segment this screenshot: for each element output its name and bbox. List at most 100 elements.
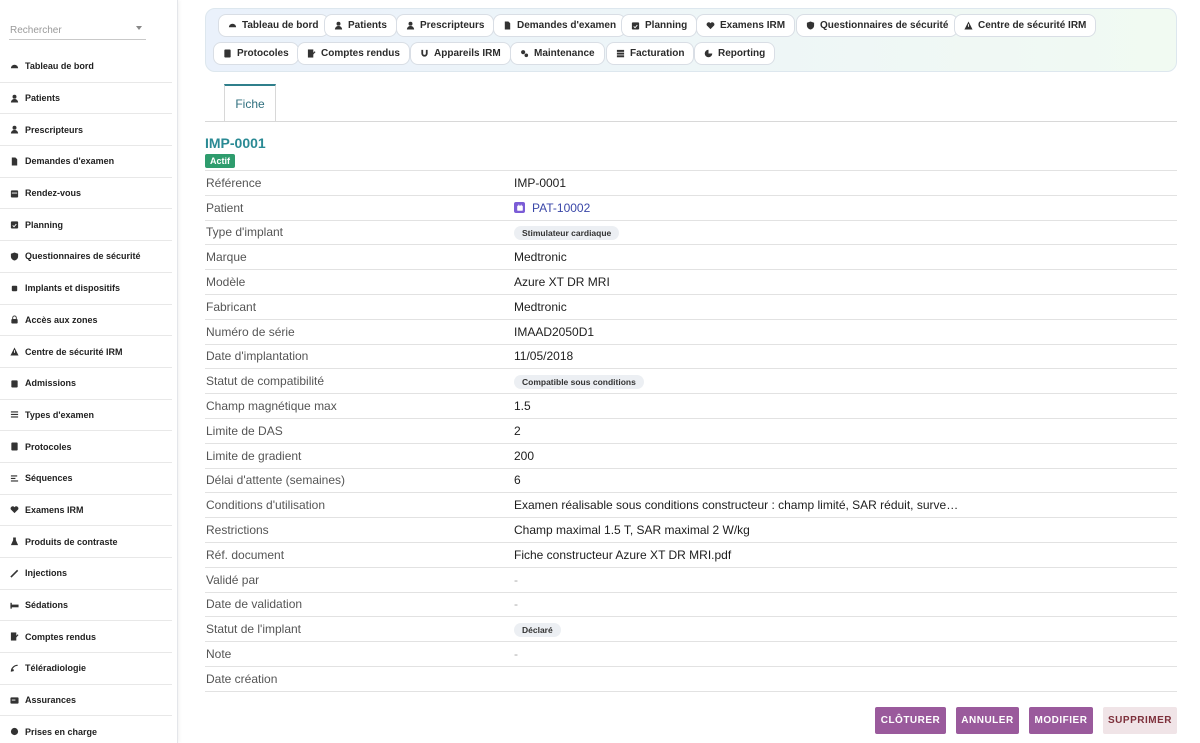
tab-divider [205,121,1177,122]
topmenu-protocoles-button[interactable]: Protocoles [213,42,299,65]
topmenu-reporting-button[interactable]: Reporting [694,42,776,65]
field-row: Note - [205,642,1177,667]
topmenu-questionnaires-de-securite-button[interactable]: Questionnaires de sécurité [796,14,959,37]
sidebar-item-acces-aux-zones[interactable]: Accès aux zones [0,305,172,337]
field-value: Compatible sous conditions [514,374,1177,389]
cancel-button[interactable]: ANNULER [956,707,1019,734]
topmenu-prescripteurs-button[interactable]: Prescripteurs [396,14,495,37]
field-value: Azure XT DR MRI [514,275,1177,289]
field-row: Référence IMP-0001 [205,171,1177,196]
sidebar-item-comptes-rendus[interactable]: Comptes rendus [0,621,172,654]
shield-icon [10,252,19,261]
field-value: Déclaré [514,622,1177,637]
field-value: Fiche constructeur Azure XT DR MRI.pdf [514,548,1177,562]
topmenu-examens-irm-button[interactable]: Examens IRM [696,14,796,37]
topmenu-label: Facturation [630,48,685,59]
sidebar-item-label: Sédations [25,600,69,611]
sidebar-item-prescripteurs[interactable]: Prescripteurs [0,114,172,147]
sidebar-item-planning[interactable]: Planning [0,209,172,242]
list-icon [10,410,19,419]
topmenu-tableau-de-bord-button[interactable]: Tableau de bord [218,14,329,37]
topmenu-demandes-d-examen-button[interactable]: Demandes d'examen [493,14,627,37]
topmenu-planning-button[interactable]: Planning [621,14,698,37]
sidebar-item-sedations[interactable]: Sédations [0,590,172,622]
sidebar-item-label: Implants et dispositifs [25,283,121,294]
record-title: IMP-0001 [205,135,266,151]
file-list-icon [10,442,19,451]
field-value: 6 [514,473,1177,487]
sidebar-item-centre-de-securite-irm[interactable]: Centre de sécurité IRM [0,336,172,368]
topmenu-label: Demandes d'examen [517,20,617,31]
sidebar-item-label: Produits de contraste [25,536,118,547]
tab-fiche[interactable]: Fiche [224,84,276,122]
sidebar-item-assurances[interactable]: Assurances [0,685,172,717]
sidebar-item-patients[interactable]: Patients [0,83,172,115]
field-row: Limite de DAS 2 [205,419,1177,444]
topmenu-label: Appareils IRM [434,48,501,59]
delete-button[interactable]: SUPPRIMER [1103,707,1177,734]
sidebar-item-questionnaires-de-securite[interactable]: Questionnaires de sécurité [0,241,172,273]
sidebar-item-rendez-vous[interactable]: Rendez-vous [0,178,172,210]
topmenu-centre-de-securite-irm-button[interactable]: Centre de sécurité IRM [954,14,1097,37]
sidebar-item-sequences[interactable]: Séquences [0,463,172,495]
sidebar-item-label: Centre de sécurité IRM [25,346,123,357]
topmenu-label: Patients [348,20,387,31]
sidebar-item-injections[interactable]: Injections [0,558,172,590]
satellite-icon [10,664,19,673]
sidebar-item-types-d-examen[interactable]: Types d'examen [0,400,172,432]
search-select[interactable]: Rechercher [9,20,146,40]
sidebar-item-tableau-de-bord[interactable]: Tableau de bord [0,51,172,83]
field-row: Conditions d'utilisation Examen réalisabl… [205,493,1177,519]
user-doctor-icon [10,125,19,134]
sidebar-item-label: Tableau de bord [25,61,94,72]
field-value-text: Medtronic [514,299,567,314]
field-label: Statut de l'implant [206,622,302,637]
sidebar-item-prises-en-charge[interactable]: Prises en charge [0,716,172,743]
billing-icon [616,49,625,58]
sidebar-item-label: Types d'examen [25,409,95,420]
field-row: Date de validation - [205,593,1177,618]
field-label: Date création [206,671,278,686]
field-value-text: - [514,572,518,587]
topmenu-label: Reporting [718,48,766,59]
field-row: Type d'implant Stimulateur cardiaque [205,221,1177,246]
status-badge: Actif [205,154,235,168]
topmenu-patients-button[interactable]: Patients [324,14,397,37]
document-icon [503,21,512,30]
sidebar-item-admissions[interactable]: Admissions [0,368,172,400]
flask-icon [10,537,19,546]
topmenu-label: Comptes rendus [321,48,400,59]
sidebar-item-produits-de-contraste[interactable]: Produits de contraste [0,526,172,558]
topmenu-comptes-rendus-button[interactable]: Comptes rendus [297,42,410,65]
field-value: - [514,647,1177,661]
report-icon [307,49,316,58]
field-label: Champ magnétique max [206,399,337,414]
sidebar-item-protocoles[interactable]: Protocoles [0,431,172,463]
sidebar-item-examens-irm[interactable]: Examens IRM [0,495,172,527]
sidebar-item-label: Prises en charge [25,726,98,737]
close-button[interactable]: CLÔTURER [875,707,946,734]
heartbeat-icon [10,505,19,514]
patient-icon [514,202,525,214]
lock-icon [10,315,19,324]
heartbeat-icon [706,21,715,30]
file-list-icon [223,49,232,58]
field-value: 2 [514,424,1177,438]
sidebar-item-teleradiologie[interactable]: Téléradiologie [0,653,172,685]
sidebar-item-implants-et-dispositifs[interactable]: Implants et dispositifs [0,273,172,305]
value-chip: Déclaré [514,622,561,637]
edit-button[interactable]: MODIFIER [1029,707,1093,734]
topmenu-maintenance-button[interactable]: Maintenance [510,42,605,65]
topmenu-label: Tableau de bord [242,20,319,31]
patient-link[interactable]: PAT-10002 [514,201,590,215]
field-row: Date création [205,667,1177,692]
topmenu-appareils-irm-button[interactable]: Appareils IRM [410,42,511,65]
user-icon [10,94,19,103]
field-label: Limite de DAS [206,423,283,438]
topmenu-facturation-button[interactable]: Facturation [606,42,695,65]
field-label: Réf. document [206,547,285,562]
tab-fiche-label: Fiche [235,97,265,111]
sidebar-item-demandes-d-examen[interactable]: Demandes d'examen [0,146,172,178]
field-row: Patient PAT-10002 [205,196,1177,221]
chevron-down-icon[interactable] [136,26,142,30]
